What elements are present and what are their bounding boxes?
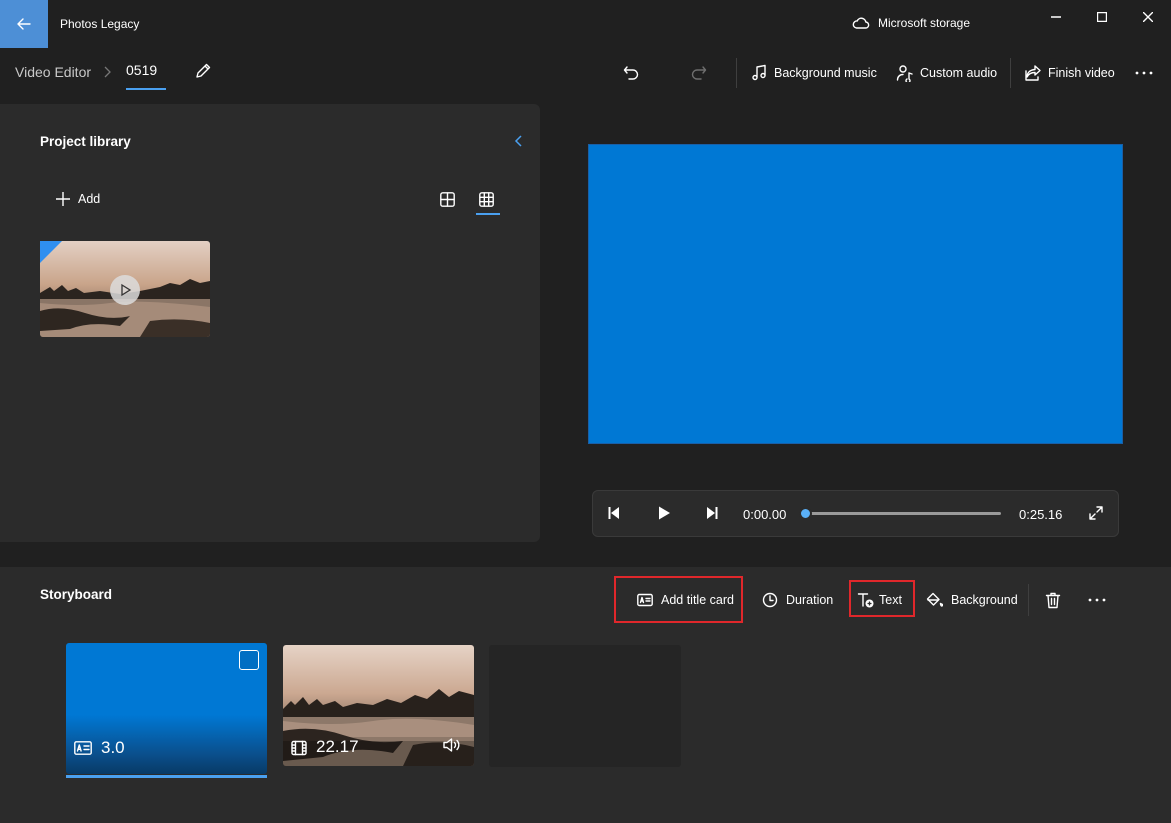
storyboard-more-button[interactable]	[1087, 588, 1107, 612]
finish-video-button[interactable]: Finish video	[1024, 58, 1115, 88]
title-card-icon	[74, 741, 92, 755]
storyboard-clip-title-card[interactable]	[66, 643, 267, 774]
app-title: Photos Legacy	[60, 17, 140, 31]
minimize-button[interactable]	[1033, 0, 1079, 34]
video-clip-badge	[291, 740, 307, 756]
project-library-title: Project library	[40, 134, 131, 149]
text-add-icon	[857, 593, 874, 608]
seek-bar[interactable]	[805, 512, 1001, 515]
speaker-icon	[443, 738, 460, 752]
add-title-card-button[interactable]: Add title card	[637, 588, 734, 612]
clip-duration: 3.0	[101, 738, 125, 757]
seek-thumb[interactable]	[799, 507, 812, 520]
film-icon	[291, 740, 307, 756]
custom-audio-label: Custom audio	[920, 66, 998, 80]
toolbar-divider	[736, 58, 737, 88]
plus-icon	[56, 192, 70, 206]
storyboard-empty-slot[interactable]	[489, 645, 681, 767]
chevron-right-icon	[104, 66, 111, 78]
storage-label: Microsoft storage	[878, 16, 971, 30]
more-icon	[1135, 71, 1153, 75]
background-music-label: Background music	[774, 66, 877, 80]
duration-button[interactable]: Duration	[762, 588, 833, 612]
background-music-button[interactable]: Background music	[750, 58, 877, 88]
paint-bucket-icon	[926, 592, 943, 607]
more-options-button[interactable]	[1134, 58, 1154, 88]
back-button[interactable]	[0, 0, 48, 48]
step-forward-icon	[707, 507, 718, 519]
project-name-underline	[126, 88, 166, 90]
small-grid-view-button[interactable]	[479, 192, 494, 207]
grid-small-icon	[479, 192, 494, 207]
video-preview	[588, 144, 1123, 444]
redo-button[interactable]	[690, 58, 708, 88]
minimize-icon	[1051, 16, 1061, 18]
finish-video-label: Finish video	[1048, 66, 1115, 80]
maximize-icon	[1097, 12, 1107, 22]
add-media-button[interactable]: Add	[56, 192, 100, 206]
large-grid-view-button[interactable]	[440, 192, 455, 207]
pencil-icon	[196, 63, 211, 78]
storyboard-divider	[1028, 584, 1029, 616]
play-thumbnail-button[interactable]	[110, 275, 140, 305]
background-button[interactable]: Background	[926, 588, 1018, 612]
grid-large-icon	[440, 192, 455, 207]
storage-indicator[interactable]: Microsoft storage	[852, 16, 970, 30]
chevron-left-icon	[514, 135, 522, 147]
title-card-icon	[637, 593, 653, 607]
undo-icon	[623, 66, 639, 80]
person-audio-icon	[896, 65, 913, 82]
add-label: Add	[78, 192, 101, 206]
maximize-button[interactable]	[1079, 0, 1125, 34]
collapse-library-button[interactable]	[514, 133, 524, 149]
clip-duration: 22.17	[316, 737, 359, 756]
project-name: 0519	[126, 62, 158, 78]
clip-selected-indicator	[66, 775, 267, 778]
storyboard-title: Storyboard	[40, 587, 113, 602]
toolbar-divider	[1010, 58, 1011, 88]
custom-audio-button[interactable]: Custom audio	[896, 58, 997, 88]
text-label: Text	[879, 593, 902, 607]
delete-button[interactable]	[1045, 588, 1061, 612]
view-selected-indicator	[476, 213, 500, 215]
fullscreen-button[interactable]	[1088, 505, 1104, 521]
music-note-icon	[752, 64, 766, 81]
clip-select-checkbox[interactable]	[239, 650, 259, 670]
play-button[interactable]	[656, 505, 672, 521]
undo-button[interactable]	[622, 58, 640, 88]
selected-corner-marker	[40, 241, 62, 263]
share-icon	[1025, 65, 1041, 81]
add-title-card-label: Add title card	[661, 593, 734, 607]
next-frame-button[interactable]	[704, 505, 720, 521]
cloud-icon	[852, 17, 870, 29]
clip-audio-button[interactable]	[442, 737, 462, 753]
expand-icon	[1089, 506, 1103, 520]
arrow-left-icon	[17, 18, 31, 30]
breadcrumb-video-editor[interactable]: Video Editor	[15, 64, 91, 80]
title-card-badge-icon	[74, 741, 92, 755]
previous-frame-button[interactable]	[606, 505, 622, 521]
rename-button[interactable]	[194, 62, 212, 80]
total-time: 0:25.16	[1019, 507, 1063, 522]
text-button[interactable]: Text	[857, 588, 902, 612]
trash-icon	[1045, 592, 1061, 608]
more-icon	[1088, 598, 1106, 602]
duration-label: Duration	[786, 593, 834, 607]
clock-icon	[762, 592, 778, 608]
close-icon	[1143, 12, 1153, 22]
step-back-icon	[608, 507, 619, 519]
current-time: 0:00.00	[743, 507, 787, 522]
close-button[interactable]	[1125, 0, 1171, 34]
play-icon	[121, 283, 132, 297]
play-icon	[659, 506, 670, 520]
redo-icon	[691, 66, 707, 80]
background-label: Background	[951, 593, 1018, 607]
